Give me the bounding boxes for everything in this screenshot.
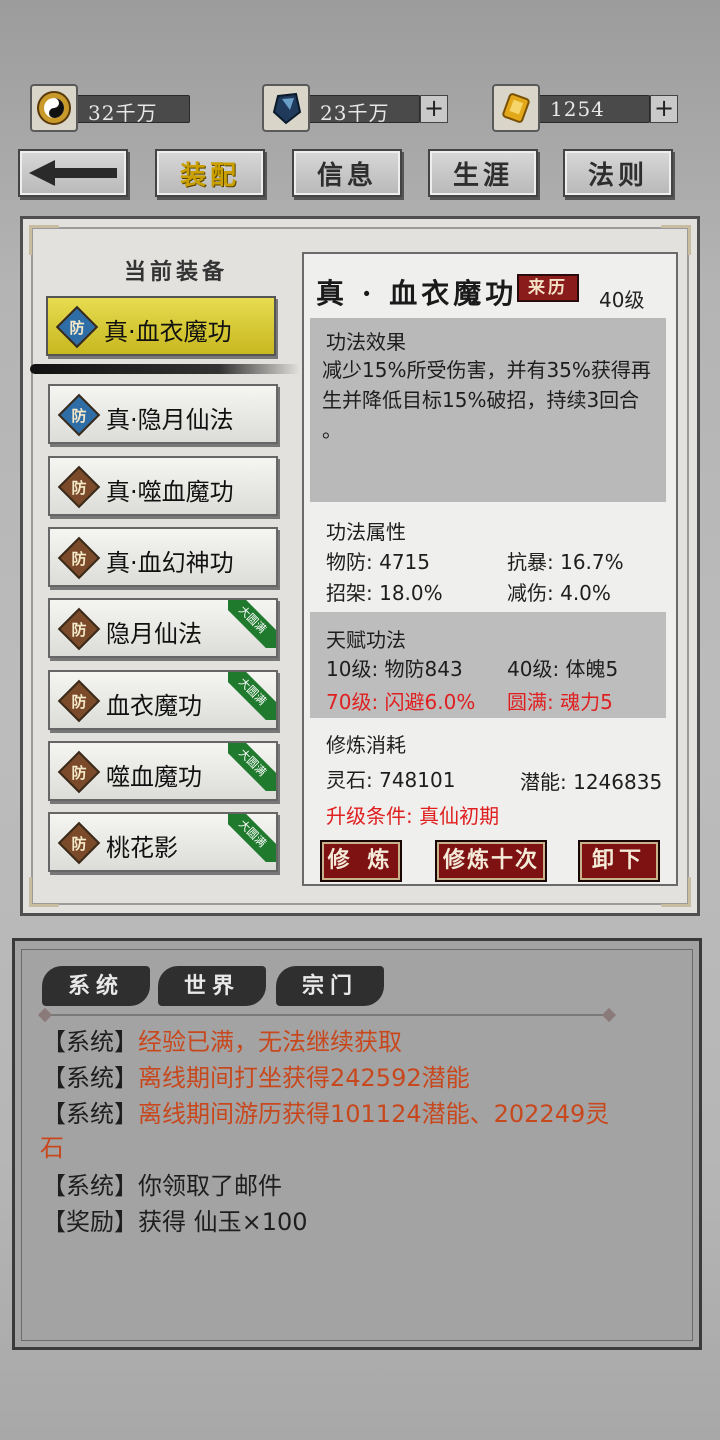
perfection-ribbon: 大圆满 [228,672,276,720]
equip-item-name: 噬血魔功 [106,763,202,791]
defense-badge-icon: 防 [57,750,101,794]
chat-message: 【系统】离线期间游历获得101124潜能、202249灵 [42,1100,610,1128]
attr-crit-resist: 抗暴: 16.7% [507,550,624,574]
add-ingots-button[interactable]: + [650,95,678,123]
effect-header: 功法效果 [326,330,406,354]
corner-ornament [29,225,59,255]
corner-ornament [661,225,691,255]
talent-lv70: 70级: 闪避6.0% [326,690,476,714]
chat-tab-system[interactable]: 系统 [42,966,150,1006]
equip-item-name: 桃花影 [106,834,178,862]
brush-divider [30,364,300,374]
resource-crystals: 23千万 + [262,84,450,132]
effect-text-line: 减少15%所受伤害，并有35%获得再 [322,358,651,382]
current-equipment-title: 当前装备 [124,259,229,285]
equip-item-name: 隐月仙法 [106,620,202,648]
crystals-value: 23千万 [320,101,390,125]
tab-career[interactable]: 生涯 [428,149,538,197]
yin-yang-coin-icon [30,84,78,132]
defense-badge-icon: 防 [57,393,101,437]
talent-header: 天赋功法 [326,628,406,652]
equip-item[interactable]: 防 隐月仙法 大圆满 [48,598,278,658]
perfection-ribbon: 大圆满 [228,743,276,791]
cost-header: 修炼消耗 [326,733,406,757]
equip-item[interactable]: 防 血衣魔功 大圆满 [48,670,278,730]
equip-item-name: 真·噬血魔功 [106,478,234,506]
upgrade-condition: 升级条件: 真仙初期 [326,804,500,828]
skill-title: 真 · 血衣魔功 [316,277,518,310]
effect-text-line: 生并降低目标15%破招，持续3回合 [322,388,640,412]
corner-ornament [29,877,59,907]
chat-divider [46,1014,610,1016]
unequip-button[interactable]: 卸下 [578,840,660,882]
equip-item[interactable]: 防 真·噬血魔功 [48,456,278,516]
chat-tab-sect[interactable]: 宗门 [276,966,384,1006]
skill-level: 40级 [599,288,645,312]
tab-rules[interactable]: 法则 [563,149,673,197]
defense-badge-icon: 防 [57,607,101,651]
equip-item[interactable]: 防 真·隐月仙法 [48,384,278,444]
potential-cost: 潜能: 1246835 [520,770,663,794]
chat-message: 【奖励】获得 仙玉×100 [42,1208,308,1236]
effect-text-line: 。 [322,418,342,442]
defense-badge-icon: 防 [57,465,101,509]
cultivate-ten-button[interactable]: 修炼十次 [435,840,547,882]
attr-header: 功法属性 [326,520,406,544]
coins-value: 32千万 [88,101,158,125]
blue-crystal-icon [262,84,310,132]
equip-item-name: 真·血衣魔功 [104,318,232,346]
spirit-stone-cost: 灵石: 748101 [326,768,456,792]
chat-message: 【系统】离线期间打坐获得242592潜能 [42,1064,470,1092]
chat-message: 【系统】你领取了邮件 [42,1172,282,1200]
add-crystals-button[interactable]: + [420,95,448,123]
equip-item[interactable]: 防 桃花影 大圆满 [48,812,278,872]
defense-badge-icon: 防 [57,536,101,580]
perfection-ribbon: 大圆满 [228,600,276,648]
resource-coins: 32千万 [30,84,192,132]
attr-parry: 招架: 18.0% [326,581,443,605]
chat-message-continuation: 石 [40,1134,64,1162]
equip-item[interactable]: 防 真·血幻神功 [48,527,278,587]
talent-full: 圆满: 魂力5 [507,690,613,714]
tab-equip[interactable]: 装配 [155,149,265,197]
defense-badge-icon: 防 [55,305,99,349]
back-button[interactable] [18,149,128,197]
equip-item[interactable]: 防 噬血魔功 大圆满 [48,741,278,801]
defense-badge-icon: 防 [57,821,101,865]
cultivate-button[interactable]: 修 炼 [320,840,402,882]
back-arrow-icon [29,160,117,186]
chat-tab-world[interactable]: 世界 [158,966,266,1006]
equip-item-name: 真·隐月仙法 [106,406,234,434]
defense-badge-icon: 防 [57,679,101,723]
chat-inner-border [21,949,693,1341]
equip-item-active[interactable]: 防 真·血衣魔功 [46,296,276,356]
source-button[interactable]: 来历 [517,274,579,302]
gold-ingot-icon [492,84,540,132]
tab-info[interactable]: 信息 [292,149,402,197]
talent-lv10: 10级: 物防843 [326,657,463,681]
attr-damage-reduction: 减伤: 4.0% [507,581,611,605]
attr-physical-defense: 物防: 4715 [326,550,430,574]
equip-item-name: 真·血幻神功 [106,549,234,577]
ingots-value: 1254 [550,97,605,121]
talent-lv40: 40级: 体魄5 [507,657,619,681]
chat-message: 【系统】经验已满，无法继续获取 [42,1028,402,1056]
equip-item-name: 血衣魔功 [106,692,202,720]
perfection-ribbon: 大圆满 [228,814,276,862]
resource-ingots: 1254 + [492,84,680,132]
